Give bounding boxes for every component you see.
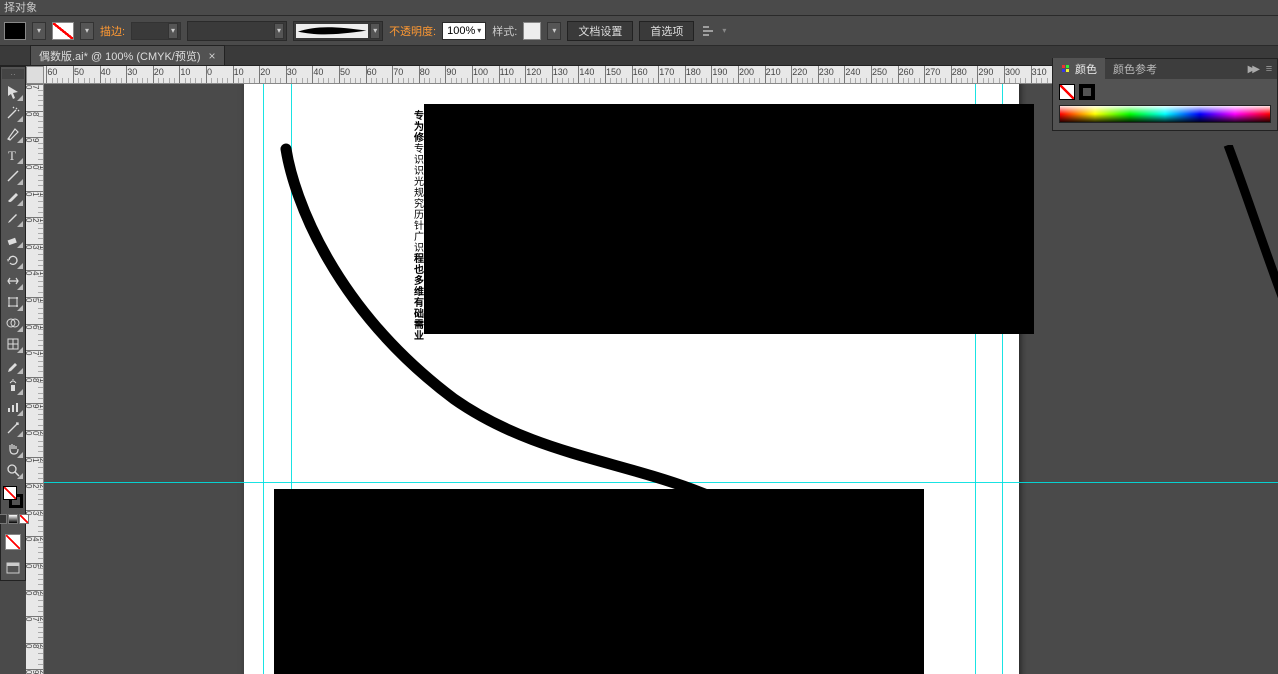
free-transform-tool[interactable] [2,292,24,312]
control-bar: ▾ ▾ 描边: ▾ ▾ ▾ 不透明度: 100% ▾ 样式: ▾ 文档设置 首选… [0,16,1278,46]
opacity-value: 100% [447,25,475,37]
slice-tool[interactable] [2,418,24,438]
close-icon[interactable]: × [209,49,216,63]
brush-preview [296,24,368,38]
pencil-tool[interactable] [2,208,24,228]
color-mode-solid[interactable] [0,514,7,524]
guide-vertical[interactable] [263,84,264,674]
gradient-mesh-tool[interactable] [2,334,24,354]
canvas[interactable]: 专为修专识识光规究历针广识程也多维有础需业 [44,84,1278,674]
brush-stroke-curve [274,139,794,499]
document-tab-title: 偶数版.ai* @ 100% (CMYK/预览) [39,48,201,64]
stroke-weight-input[interactable] [132,25,168,37]
svg-text:T: T [8,148,16,163]
panel-tab-bar: 颜色 颜色参考 ▶▶ ≡ [1053,59,1277,79]
tab-color-guide[interactable]: 颜色参考 [1105,58,1165,80]
rotate-tool[interactable] [2,250,24,270]
color-mode-none[interactable] [19,514,29,524]
tab-color-guide-label: 颜色参考 [1113,61,1157,77]
color-mode-gradient[interactable] [8,514,18,524]
color-mode-row [0,514,29,524]
fill-indicator[interactable] [3,486,17,500]
hand-tool[interactable] [2,439,24,459]
zoom-tool[interactable] [2,460,24,480]
fill-stroke-indicator[interactable] [2,485,24,509]
panel-menu-icon[interactable]: ≡ [1261,61,1277,77]
shape-builder-tool[interactable] [2,313,24,333]
ruler-vertical[interactable]: 7080901001101201301401501601701801902002… [26,84,44,674]
style-swatch[interactable] [523,22,541,40]
style-menu[interactable]: ▾ [547,22,561,40]
symbol-sprayer-tool[interactable] [2,376,24,396]
width-tool[interactable] [2,271,24,291]
fill-swatch[interactable] [4,22,26,40]
offscreen-stroke [1118,145,1278,405]
document-tab[interactable]: 偶数版.ai* @ 100% (CMYK/预览) × [30,45,225,65]
brush-combo[interactable]: ▾ [293,21,383,41]
screen-mode-toggle[interactable] [2,558,24,578]
selection-tool[interactable] [2,82,24,102]
panel-stroke-swatch[interactable] [1079,84,1095,100]
toolbox-grip[interactable]: ·· [2,69,24,79]
menu-object[interactable]: 择对象 [4,2,37,14]
eyedropper-tool[interactable] [2,355,24,375]
panel-collapse-icon[interactable]: ▶▶ [1244,64,1261,75]
toolbox: ·· T [0,66,26,581]
stroke-none-swatch[interactable] [52,22,74,40]
control-bar-overflow[interactable]: ▾ [722,26,726,35]
document-setup-button[interactable]: 文档设置 [567,21,633,41]
stroke-profile-menu[interactable]: ▾ [274,23,284,39]
fill-swatch-menu[interactable]: ▾ [32,22,46,40]
stroke-weight-field[interactable]: ▾ [131,22,181,40]
color-panel: 颜色 颜色参考 ▶▶ ≡ [1052,58,1278,131]
stroke-profile-combo[interactable]: ▾ [187,21,287,41]
style-label: 样式: [492,23,517,39]
tab-color[interactable]: 颜色 [1053,58,1105,80]
line-tool[interactable] [2,166,24,186]
stroke-weight-menu[interactable]: ▾ [168,23,178,39]
opacity-field[interactable]: 100% ▾ [442,22,486,40]
stroke-swatch-menu[interactable]: ▾ [80,22,94,40]
brush-menu[interactable]: ▾ [370,23,380,39]
black-rect-2 [274,489,924,674]
magic-wand-tool[interactable] [2,103,24,123]
preferences-button[interactable]: 首选项 [639,21,694,41]
opacity-label: 不透明度: [389,23,436,39]
paintbrush-tool[interactable] [2,187,24,207]
eraser-tool[interactable] [2,229,24,249]
black-rect-1b [974,104,1034,334]
color-spectrum[interactable] [1059,105,1271,123]
work-area: 6050403020100102030405060708090100110120… [26,66,1278,674]
pen-tool[interactable] [2,124,24,144]
stroke-label: 描边: [100,23,125,39]
type-tool[interactable]: T [2,145,24,165]
ruler-origin[interactable] [26,66,44,84]
panel-fill-swatch[interactable] [1059,84,1075,100]
screen-mode-normal[interactable] [2,532,24,552]
color-tab-icon [1061,64,1071,74]
column-graph-tool[interactable] [2,397,24,417]
align-icon[interactable] [700,23,716,39]
tab-color-label: 颜色 [1075,61,1097,77]
